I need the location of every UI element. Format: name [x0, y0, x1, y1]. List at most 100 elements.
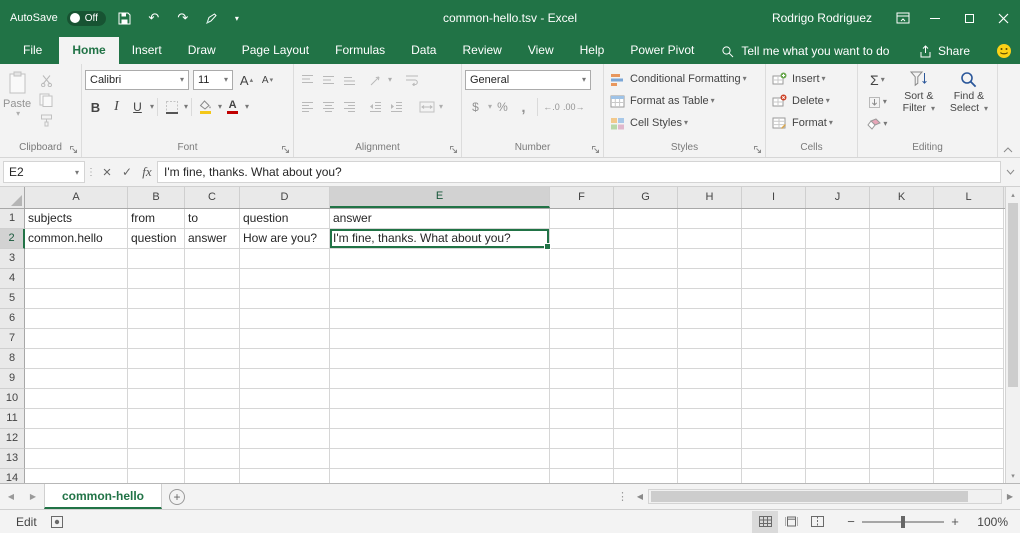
cell-K1[interactable]: [870, 209, 934, 229]
horizontal-scrollbar[interactable]: ◀ ▶: [632, 484, 1020, 509]
decrease-font-size-button[interactable]: A▾: [258, 70, 277, 90]
merge-center-icon[interactable]: [417, 97, 436, 117]
cell-C2[interactable]: answer: [185, 229, 240, 249]
new-sheet-button[interactable]: +: [162, 484, 192, 509]
cell-A12[interactable]: [25, 429, 128, 449]
conditional-formatting-button[interactable]: Conditional Formatting ▾: [607, 68, 762, 90]
cell-L8[interactable]: [934, 349, 1004, 369]
cell-J14[interactable]: [806, 469, 870, 483]
alignment-dialog-launcher-icon[interactable]: [449, 145, 458, 154]
cell-F8[interactable]: [550, 349, 614, 369]
zoom-slider-thumb[interactable]: [901, 516, 905, 528]
cell-B8[interactable]: [128, 349, 185, 369]
cell-I11[interactable]: [742, 409, 806, 429]
cell-D8[interactable]: [240, 349, 330, 369]
cell-D3[interactable]: [240, 249, 330, 269]
clear-button[interactable]: ▾: [861, 113, 894, 135]
column-header-A[interactable]: A: [25, 187, 128, 208]
cell-E6[interactable]: [330, 309, 550, 329]
styles-dialog-launcher-icon[interactable]: [753, 145, 762, 154]
cell-G5[interactable]: [614, 289, 678, 309]
cell-I7[interactable]: [742, 329, 806, 349]
row-header-5[interactable]: 5: [0, 289, 25, 309]
cell-H1[interactable]: [678, 209, 742, 229]
sheet-nav-left-icon[interactable]: ◀: [0, 484, 22, 509]
row-header-6[interactable]: 6: [0, 309, 25, 329]
cell-E3[interactable]: [330, 249, 550, 269]
cell-F3[interactable]: [550, 249, 614, 269]
cell-B3[interactable]: [128, 249, 185, 269]
align-middle-icon[interactable]: [319, 70, 338, 90]
number-format-select[interactable]: General ▾: [465, 70, 591, 90]
cell-K11[interactable]: [870, 409, 934, 429]
row-header-4[interactable]: 4: [0, 269, 25, 289]
cell-I1[interactable]: [742, 209, 806, 229]
cell-H5[interactable]: [678, 289, 742, 309]
cell-J3[interactable]: [806, 249, 870, 269]
cell-D13[interactable]: [240, 449, 330, 469]
row-header-1[interactable]: 1: [0, 209, 25, 229]
zoom-in-icon[interactable]: +: [944, 514, 966, 529]
cell-K9[interactable]: [870, 369, 934, 389]
column-header-E[interactable]: E: [330, 187, 550, 208]
font-color-dropdown-icon[interactable]: ▾: [245, 103, 249, 111]
cell-L13[interactable]: [934, 449, 1004, 469]
maximize-button[interactable]: [952, 0, 986, 36]
cell-C14[interactable]: [185, 469, 240, 483]
insert-cells-button[interactable]: Insert ▾: [769, 68, 854, 90]
cell-B2[interactable]: question: [128, 229, 185, 249]
sort-filter-button[interactable]: Sort & Filter ▾: [894, 67, 944, 141]
zoom-level[interactable]: 100%: [966, 515, 1008, 529]
cell-G6[interactable]: [614, 309, 678, 329]
row-header-3[interactable]: 3: [0, 249, 25, 269]
sheet-tab-common-hello[interactable]: common-hello: [44, 484, 162, 509]
cell-H7[interactable]: [678, 329, 742, 349]
cell-D9[interactable]: [240, 369, 330, 389]
scroll-up-icon[interactable]: ▴: [1006, 187, 1020, 202]
orientation-icon[interactable]: [366, 70, 385, 90]
cell-J8[interactable]: [806, 349, 870, 369]
orientation-dropdown-icon[interactable]: ▾: [388, 76, 392, 84]
cell-I8[interactable]: [742, 349, 806, 369]
cell-C8[interactable]: [185, 349, 240, 369]
cell-H9[interactable]: [678, 369, 742, 389]
cell-E9[interactable]: [330, 369, 550, 389]
row-header-2[interactable]: 2: [0, 229, 25, 249]
cell-D4[interactable]: [240, 269, 330, 289]
cell-L4[interactable]: [934, 269, 1004, 289]
cell-G13[interactable]: [614, 449, 678, 469]
zoom-out-icon[interactable]: −: [840, 514, 862, 529]
align-top-icon[interactable]: [298, 70, 317, 90]
cell-J10[interactable]: [806, 389, 870, 409]
select-all-button[interactable]: [0, 187, 25, 208]
cell-I10[interactable]: [742, 389, 806, 409]
cell-D5[interactable]: [240, 289, 330, 309]
page-layout-view-icon[interactable]: [778, 511, 804, 533]
cell-K5[interactable]: [870, 289, 934, 309]
cell-J1[interactable]: [806, 209, 870, 229]
column-header-J[interactable]: J: [806, 187, 870, 208]
cell-H6[interactable]: [678, 309, 742, 329]
cell-D11[interactable]: [240, 409, 330, 429]
font-dialog-launcher-icon[interactable]: [281, 145, 290, 154]
cell-B13[interactable]: [128, 449, 185, 469]
cell-A10[interactable]: [25, 389, 128, 409]
font-color-button[interactable]: A: [223, 97, 242, 117]
cut-icon[interactable]: [36, 70, 56, 90]
cell-E8[interactable]: [330, 349, 550, 369]
name-box[interactable]: E2 ▾: [3, 161, 85, 183]
cell-H10[interactable]: [678, 389, 742, 409]
cell-H14[interactable]: [678, 469, 742, 483]
pen-mode-icon[interactable]: [202, 7, 222, 29]
cell-L14[interactable]: [934, 469, 1004, 483]
cell-D10[interactable]: [240, 389, 330, 409]
borders-dropdown-icon[interactable]: ▾: [184, 103, 188, 111]
cell-F7[interactable]: [550, 329, 614, 349]
column-header-B[interactable]: B: [128, 187, 185, 208]
cell-C12[interactable]: [185, 429, 240, 449]
cell-A14[interactable]: [25, 469, 128, 483]
macro-record-icon[interactable]: [51, 516, 63, 528]
cell-A11[interactable]: [25, 409, 128, 429]
cell-I4[interactable]: [742, 269, 806, 289]
ribbon-tab-page-layout[interactable]: Page Layout: [229, 37, 322, 64]
